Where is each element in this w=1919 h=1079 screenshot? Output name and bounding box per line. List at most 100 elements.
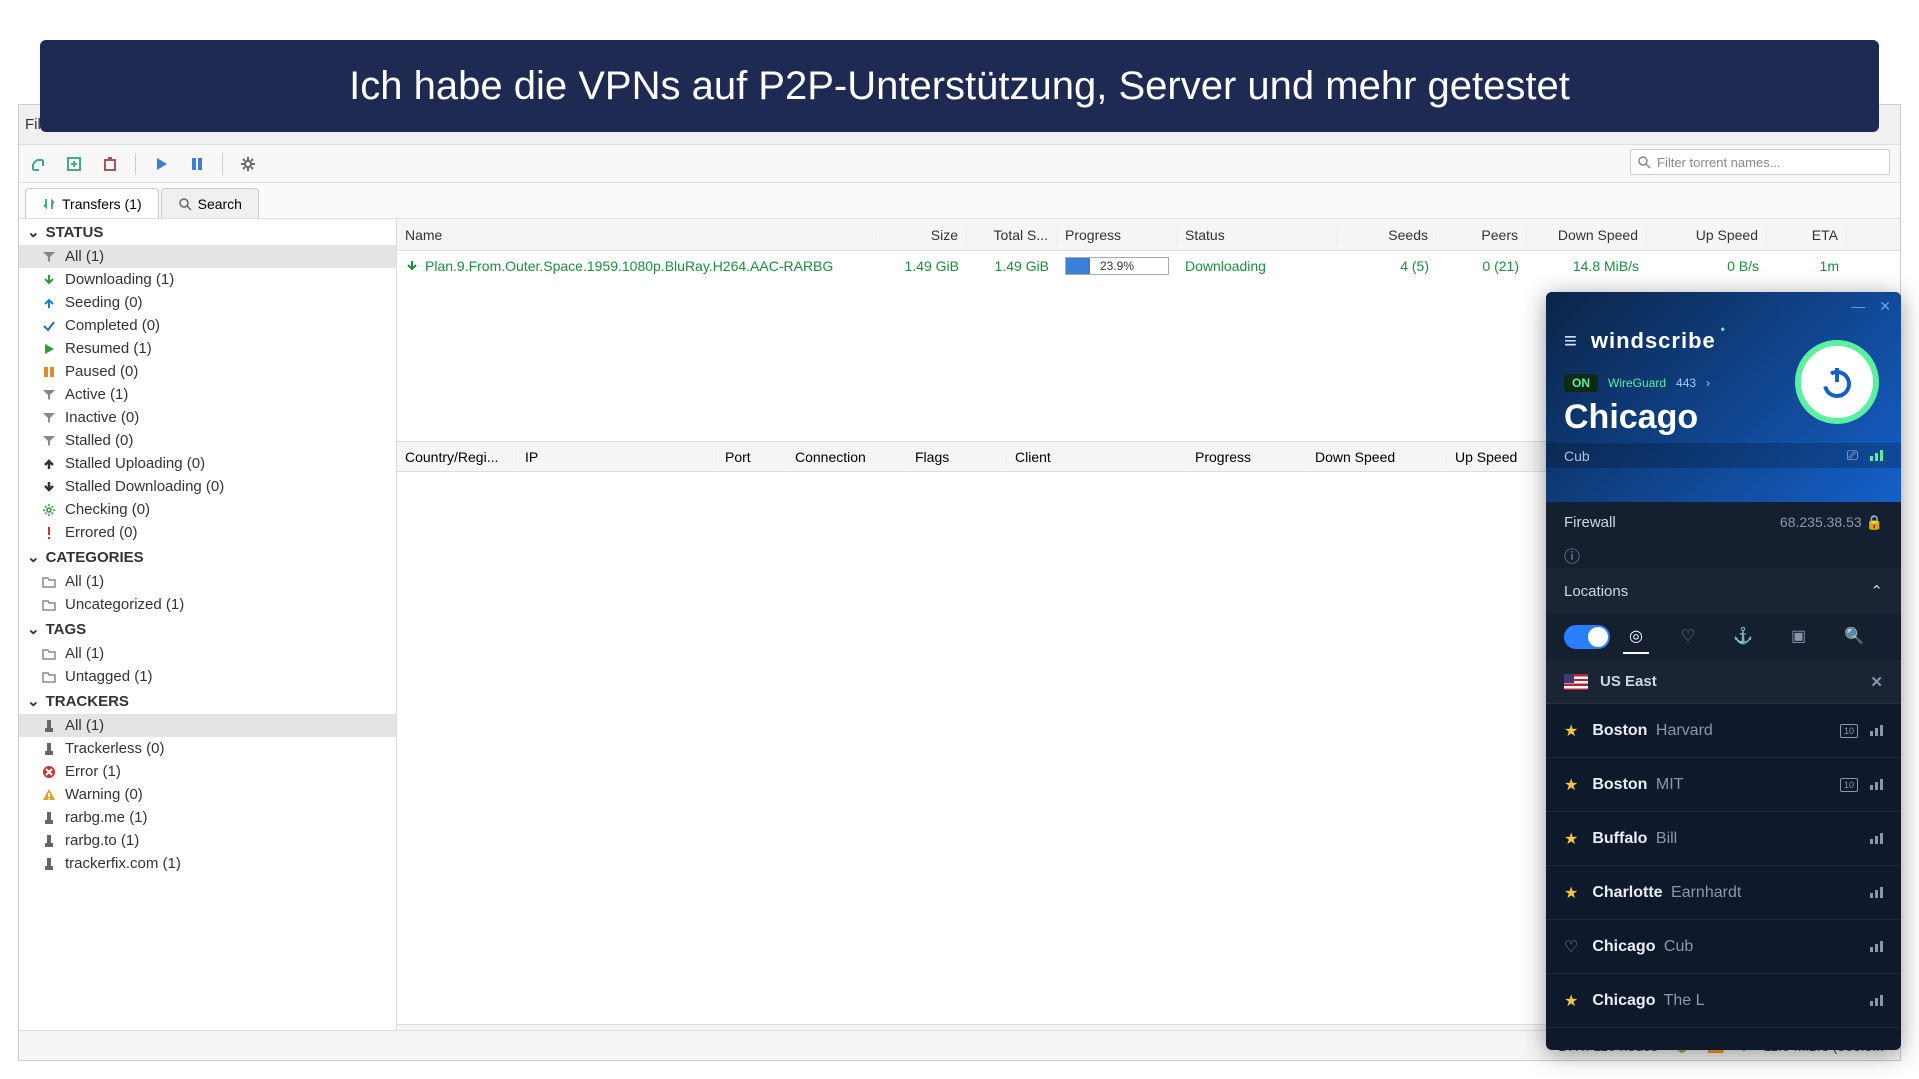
col-peers[interactable]: Peers [1437, 227, 1527, 243]
torrent-up: 0 B/s [1647, 258, 1767, 274]
sidebar-item[interactable]: Checking (0) [19, 498, 396, 521]
upb-icon [41, 456, 57, 472]
info-icon[interactable]: ⓘ [1564, 543, 1580, 567]
peers-col[interactable]: Port [717, 449, 787, 465]
hamburger-icon[interactable]: ≡ [1564, 328, 1577, 354]
sidebar: ⌄STATUSAll (1)Downloading (1)Seeding (0)… [19, 219, 397, 1060]
sidebar-item-label: Untagged (1) [65, 668, 153, 685]
vpn-region-header[interactable]: US East ✕ [1546, 660, 1901, 704]
sidebar-item[interactable]: Untagged (1) [19, 665, 396, 688]
sidebar-item[interactable]: trackerfix.com (1) [19, 852, 396, 875]
server-nick: Harvard [1651, 722, 1712, 739]
col-up[interactable]: Up Speed [1647, 227, 1767, 243]
server-nick: Bill [1651, 830, 1677, 847]
sidebar-item[interactable]: Uncategorized (1) [19, 593, 396, 616]
section-tags[interactable]: ⌄TAGS [19, 616, 396, 642]
sidebar-item[interactable]: rarbg.me (1) [19, 806, 396, 829]
col-totals[interactable]: Total S... [967, 227, 1057, 243]
tab-search[interactable]: Search [161, 188, 259, 218]
peers-col[interactable]: IP [517, 449, 717, 465]
peers-col[interactable]: Flags [907, 449, 1007, 465]
section-status[interactable]: ⌄STATUS [19, 219, 396, 245]
col-progress[interactable]: Progress [1057, 227, 1177, 243]
main-tabs: Transfers (1) Search [19, 183, 1900, 219]
col-seeds[interactable]: Seeds [1337, 227, 1437, 243]
tracker-icon [41, 718, 57, 734]
sidebar-item[interactable]: Stalled (0) [19, 429, 396, 452]
sidebar-item[interactable]: Active (1) [19, 383, 396, 406]
torrent-totals: 1.49 GiB [967, 258, 1057, 274]
peers-col[interactable]: Country/Regi... [397, 449, 517, 465]
peers-col[interactable]: Down Speed [1307, 449, 1447, 465]
vpn-server-item[interactable]: ★Boston Harvard10 [1546, 704, 1901, 758]
folder-icon [41, 669, 57, 685]
section-trackers[interactable]: ⌄TRACKERS [19, 688, 396, 714]
vpn-server-item[interactable]: ★Boston MIT10 [1546, 758, 1901, 812]
settings-icon[interactable] [237, 153, 259, 175]
sidebar-item[interactable]: Trackerless (0) [19, 737, 396, 760]
headline-banner: Ich habe die VPNs auf P2P-Unterstützung,… [40, 40, 1879, 132]
sidebar-item[interactable]: All (1) [19, 245, 396, 268]
filter-icon [41, 249, 57, 265]
compass-icon[interactable]: ◎ [1623, 620, 1649, 654]
vpn-server-item[interactable]: ★Charlotte Earnhardt [1546, 866, 1901, 920]
progress-text: 23.9% [1100, 259, 1134, 273]
star-icon: ★ [1564, 829, 1578, 849]
peers-col[interactable]: Connection [787, 449, 907, 465]
search-icon[interactable]: 🔍 [1838, 620, 1870, 654]
sidebar-item[interactable]: Stalled Uploading (0) [19, 452, 396, 475]
sidebar-item[interactable]: All (1) [19, 570, 396, 593]
filter-icon [41, 410, 57, 426]
vpn-toggle[interactable] [1564, 625, 1610, 649]
minimize-icon[interactable]: — [1851, 298, 1865, 315]
vpn-filter-row: ◎ ♡ ⚓ ▣ 🔍 [1546, 614, 1901, 660]
col-name[interactable]: Name [397, 227, 877, 243]
sidebar-item[interactable]: Completed (0) [19, 314, 396, 337]
vpn-logo: windscribe• [1591, 328, 1716, 354]
col-status[interactable]: Status [1177, 227, 1337, 243]
sidebar-item[interactable]: Errored (0) [19, 521, 396, 544]
config-icon[interactable]: ▣ [1785, 620, 1812, 654]
sidebar-item[interactable]: Warning (0) [19, 783, 396, 806]
play-icon [41, 341, 57, 357]
add-torrent-icon[interactable] [63, 153, 85, 175]
anchor-icon[interactable]: ⚓ [1727, 620, 1759, 654]
tab-transfers[interactable]: Transfers (1) [25, 188, 159, 218]
sidebar-item[interactable]: Error (1) [19, 760, 396, 783]
close-icon[interactable]: ✕ [1870, 673, 1883, 691]
delete-icon[interactable] [99, 153, 121, 175]
vpn-server-item[interactable]: ★Chicago The L [1546, 974, 1901, 1028]
sidebar-item[interactable]: All (1) [19, 642, 396, 665]
sidebar-item[interactable]: Resumed (1) [19, 337, 396, 360]
sidebar-item-label: Checking (0) [65, 501, 150, 518]
peers-col[interactable]: Progress [1187, 449, 1307, 465]
filter-input[interactable]: Filter torrent names... [1630, 149, 1890, 175]
add-link-icon[interactable] [27, 153, 49, 175]
pause-icon[interactable] [186, 153, 208, 175]
col-down[interactable]: Down Speed [1527, 227, 1647, 243]
sidebar-item[interactable]: Inactive (0) [19, 406, 396, 429]
vpn-locations-header[interactable]: Locations ⌃ [1546, 568, 1901, 614]
gear-icon [41, 502, 57, 518]
resume-icon[interactable] [150, 153, 172, 175]
vpn-server-item[interactable]: ♡Chicago Cub [1546, 920, 1901, 974]
sidebar-item[interactable]: Seeding (0) [19, 291, 396, 314]
sidebar-item[interactable]: Stalled Downloading (0) [19, 475, 396, 498]
server-city: Boston [1592, 722, 1647, 739]
col-eta[interactable]: ETA [1767, 227, 1847, 243]
torrent-eta: 1m [1767, 258, 1847, 274]
torrent-row[interactable]: Plan.9.From.Outer.Space.1959.1080p.BluRa… [397, 251, 1900, 281]
section-categories[interactable]: ⌄CATEGORIES [19, 544, 396, 570]
power-button[interactable] [1795, 340, 1879, 424]
sidebar-item[interactable]: rarbg.to (1) [19, 829, 396, 852]
pause-icon [41, 364, 57, 380]
vpn-server-item[interactable]: ★Buffalo Bill [1546, 812, 1901, 866]
close-icon[interactable]: ✕ [1879, 298, 1891, 315]
peers-col[interactable]: Client [1007, 449, 1187, 465]
sidebar-item[interactable]: Paused (0) [19, 360, 396, 383]
sidebar-item[interactable]: All (1) [19, 714, 396, 737]
sidebar-item[interactable]: Downloading (1) [19, 268, 396, 291]
vpn-on-badge: ON [1564, 374, 1598, 392]
col-size[interactable]: Size [877, 227, 967, 243]
heart-icon[interactable]: ♡ [1675, 620, 1701, 654]
